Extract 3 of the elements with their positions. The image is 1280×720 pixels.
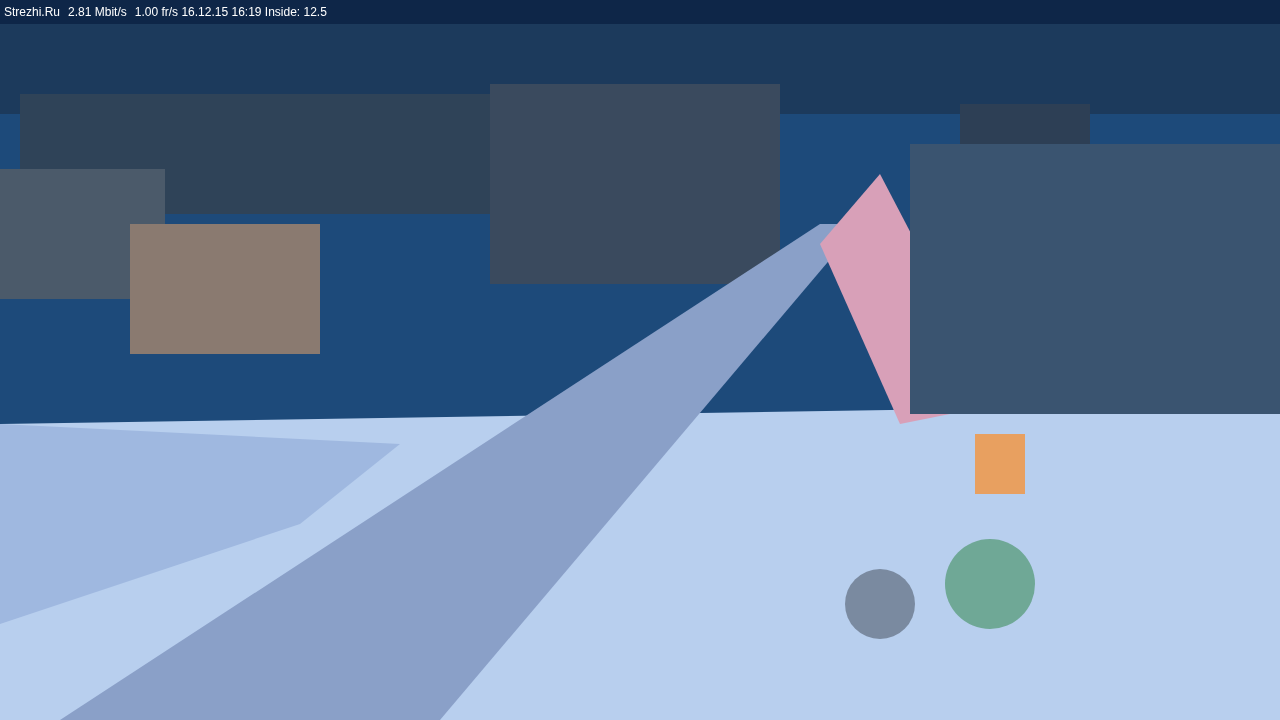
status-text: 1.00 fr/s 16.12.15 16:19 Inside: 12.5 [134, 4, 327, 21]
status-text: 2.81 Mbit/s [68, 4, 127, 21]
status-text: Strezhi.Ru [4, 4, 61, 21]
